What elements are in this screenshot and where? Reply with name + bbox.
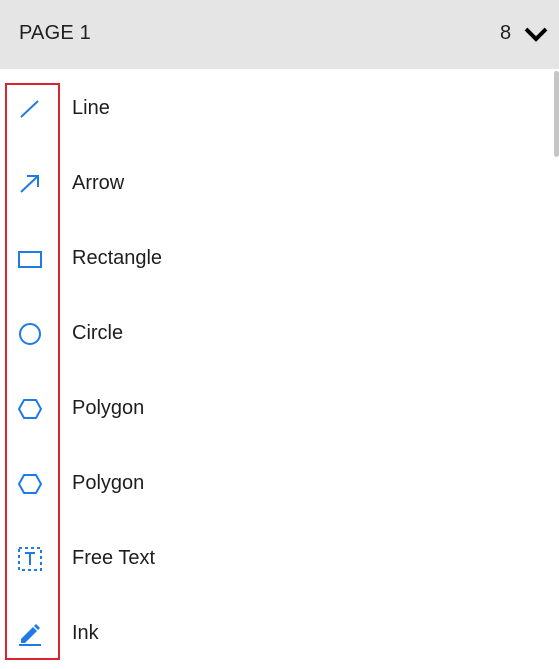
- list-item-arrow[interactable]: Arrow: [0, 146, 552, 221]
- polygon-icon: [17, 396, 43, 422]
- annotation-count: 8: [500, 22, 512, 44]
- list-item-label: Free Text: [72, 547, 155, 569]
- list-item-free-text[interactable]: Free Text: [0, 521, 552, 596]
- annotation-list: Line Arrow Rectangle Circle Polygon Poly…: [0, 71, 552, 669]
- arrow-icon: [17, 171, 43, 197]
- page-title: PAGE 1: [19, 22, 91, 44]
- ink-pen-icon: [17, 621, 43, 647]
- free-text-icon: [17, 546, 43, 572]
- rectangle-icon: [17, 246, 43, 272]
- chevron-down-icon[interactable]: [522, 24, 550, 44]
- page-header[interactable]: PAGE 1 8: [0, 0, 559, 69]
- list-item-rectangle[interactable]: Rectangle: [0, 221, 552, 296]
- list-item-circle[interactable]: Circle: [0, 296, 552, 371]
- list-item-polygon[interactable]: Polygon: [0, 446, 552, 521]
- list-item-label: Ink: [72, 622, 99, 644]
- list-item-label: Rectangle: [72, 247, 163, 269]
- scrollbar-thumb[interactable]: [554, 71, 559, 157]
- list-item-label: Polygon: [72, 472, 145, 494]
- list-item-label: Line: [72, 97, 110, 119]
- annotation-panel: PAGE 1 8 Line Arrow Rectangle Circle Pol…: [0, 0, 559, 669]
- list-item-ink[interactable]: Ink: [0, 596, 552, 669]
- list-item-label: Circle: [72, 322, 124, 344]
- scrollbar[interactable]: [552, 71, 559, 669]
- list-item-line[interactable]: Line: [0, 71, 552, 146]
- list-item-polygon[interactable]: Polygon: [0, 371, 552, 446]
- circle-icon: [17, 321, 43, 347]
- list-item-label: Polygon: [72, 397, 145, 419]
- list-item-label: Arrow: [72, 172, 125, 194]
- polygon-icon: [17, 471, 43, 497]
- line-icon: [17, 96, 43, 122]
